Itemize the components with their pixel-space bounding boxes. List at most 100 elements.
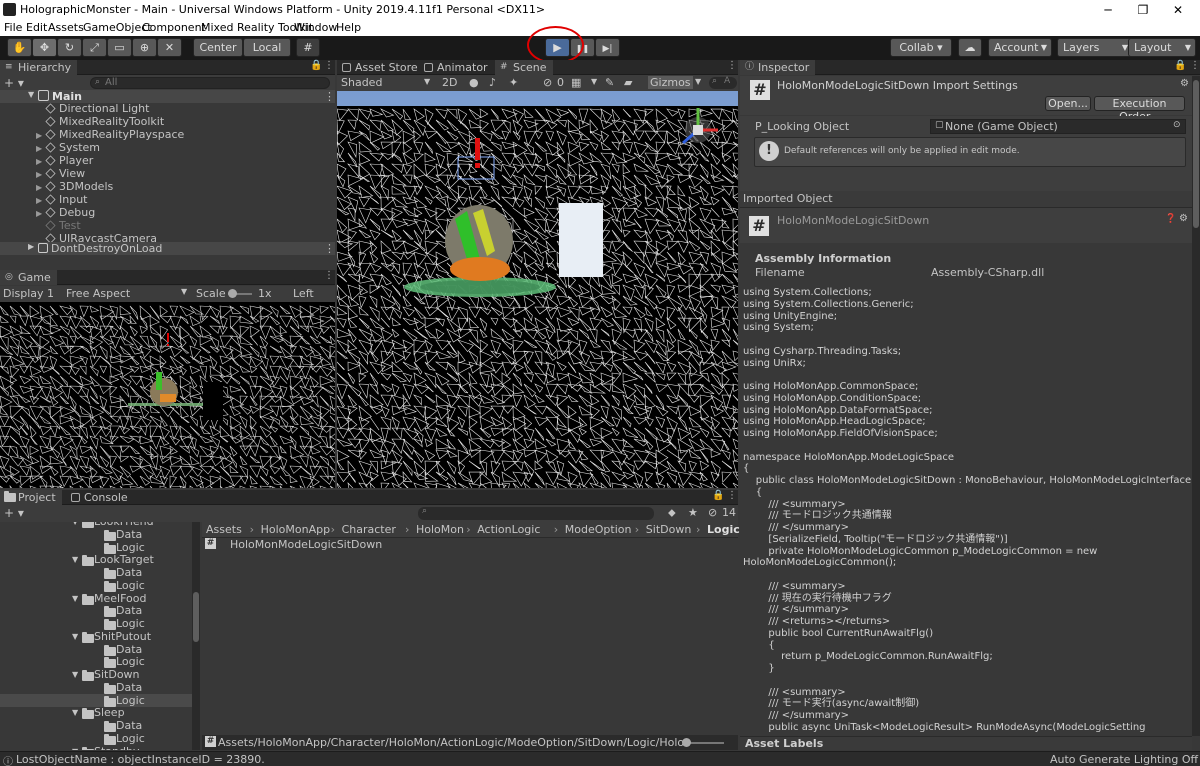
- icon-size-slider-thumb[interactable]: [682, 738, 691, 747]
- inspector-scrollbar-thumb[interactable]: [1193, 80, 1199, 228]
- hierarchy-item[interactable]: ▶ Debug: [36, 206, 95, 219]
- breadcrumb-item[interactable]: HoloMonApp: [261, 523, 330, 536]
- favorite-icon[interactable]: ★: [688, 506, 698, 519]
- folder-tree-item[interactable]: ▼ MeelFood: [0, 592, 192, 605]
- pivot-center-button[interactable]: Center: [193, 38, 243, 57]
- tab-scene[interactable]: # Scene: [495, 60, 553, 75]
- expand-arrow-icon[interactable]: ▼: [72, 630, 78, 643]
- hierarchy-item[interactable]: ▶ Input: [36, 193, 87, 206]
- lock-icon[interactable]: 🔒: [310, 60, 322, 71]
- tab-animator[interactable]: Animator: [419, 60, 494, 75]
- asset-labels-bar[interactable]: Asset Labels: [740, 736, 1192, 750]
- hierarchy-search-input[interactable]: ⌕ All: [90, 77, 330, 89]
- folder-tree-item[interactable]: ▼ Standby: [0, 745, 192, 751]
- tab-game[interactable]: ◎ Game: [0, 270, 57, 285]
- project-add-button[interactable]: + ▾: [4, 506, 24, 520]
- tab-asset-store[interactable]: Asset Store: [337, 60, 424, 75]
- gizmos-dropdown[interactable]: Gizmos: [648, 76, 693, 89]
- rect-tool-icon[interactable]: ▭: [107, 38, 132, 57]
- cloud-icon[interactable]: ☁: [958, 38, 982, 57]
- scene-row-dontdestroy[interactable]: ▶ DontDestroyOnLoad ⋮: [0, 242, 335, 255]
- folder-tree-item[interactable]: Logic: [0, 579, 192, 592]
- lock-icon[interactable]: 🔒: [1174, 60, 1186, 71]
- settings-gear-icon[interactable]: ⚙: [1179, 213, 1188, 224]
- menu-window[interactable]: Window: [294, 21, 337, 34]
- object-field[interactable]: ▢ None (Game Object) ⊙: [930, 119, 1186, 134]
- inspector-scrollbar[interactable]: [1192, 76, 1200, 736]
- camera-icon[interactable]: ▰: [624, 76, 632, 89]
- tab-menu-icon[interactable]: ⋮: [727, 60, 737, 71]
- folder-tree-item[interactable]: Data: [0, 681, 192, 694]
- tab-menu-icon[interactable]: ⋮: [324, 60, 334, 71]
- close-button[interactable]: ✕: [1155, 0, 1200, 20]
- folder-tree-item[interactable]: ▼ SitDown: [0, 668, 192, 681]
- expand-arrow-icon[interactable]: ▼: [72, 745, 78, 751]
- tree-scrollbar-thumb[interactable]: [193, 592, 199, 642]
- lock-icon[interactable]: 🔒: [712, 490, 724, 501]
- breadcrumb-item[interactable]: SitDown: [646, 523, 692, 536]
- collab-button[interactable]: Collab ▾: [890, 38, 952, 57]
- menu-assets[interactable]: Assets: [48, 21, 84, 34]
- tree-scrollbar[interactable]: [192, 522, 200, 750]
- expand-arrow-icon[interactable]: ▼: [72, 706, 78, 719]
- folder-tree-item[interactable]: Logic: [0, 693, 192, 707]
- breadcrumb-item[interactable]: ActionLogic: [477, 523, 540, 536]
- hand-tool-icon[interactable]: ✋: [7, 38, 32, 57]
- aspect-dropdown[interactable]: Free Aspect: [66, 287, 130, 300]
- layout-dropdown[interactable]: Layout ▼: [1128, 38, 1196, 57]
- hierarchy-item[interactable]: ▶ Player: [36, 154, 93, 167]
- filter-type-icon[interactable]: ⬥: [668, 506, 676, 520]
- scene-view[interactable]: [337, 91, 738, 488]
- breadcrumb-item[interactable]: HoloMon: [416, 523, 464, 536]
- open-button[interactable]: Open...: [1045, 96, 1091, 111]
- folder-tree-item[interactable]: Data: [0, 604, 192, 618]
- expand-arrow-icon[interactable]: ▼: [72, 592, 78, 605]
- breadcrumb-item[interactable]: Assets: [206, 523, 242, 536]
- folder-tree-item[interactable]: Data: [0, 719, 192, 732]
- breadcrumb-item[interactable]: ModeOption: [565, 523, 632, 536]
- hidden-packages-icon[interactable]: ⊘: [708, 506, 717, 519]
- folder-tree-item[interactable]: ▼ ShitPutout: [0, 630, 192, 643]
- hierarchy-item[interactable]: ▶ 3DModels: [36, 180, 113, 193]
- folder-tree-item[interactable]: Logic: [0, 617, 192, 630]
- hierarchy-item[interactable]: ▶ View: [36, 167, 85, 180]
- hierarchy-item-disabled[interactable]: Test: [36, 219, 81, 232]
- shading-dropdown[interactable]: Shaded: [341, 76, 382, 89]
- scene-search-input[interactable]: ⌕ A: [709, 76, 737, 89]
- move-tool-icon[interactable]: ✥: [32, 38, 57, 57]
- display-dropdown[interactable]: Display 1: [3, 287, 54, 300]
- pivot-local-button[interactable]: Local: [243, 38, 291, 57]
- breadcrumb-item[interactable]: Logic: [707, 523, 740, 536]
- file-row[interactable]: # HoloMonModeLogicSitDown: [202, 538, 738, 552]
- tab-menu-icon[interactable]: ⋮: [324, 270, 334, 281]
- scene-menu-icon[interactable]: ⋮: [324, 90, 335, 103]
- game-view[interactable]: [0, 302, 335, 488]
- scale-slider-thumb[interactable]: [228, 289, 237, 298]
- folder-tree-item[interactable]: Logic: [0, 655, 192, 669]
- hierarchy-item[interactable]: ▶ MixedRealityPlayspace: [36, 128, 184, 141]
- hierarchy-add-button[interactable]: + ▾: [4, 76, 24, 90]
- audio-icon[interactable]: ♪: [489, 76, 496, 89]
- tab-inspector[interactable]: ⓘ Inspector: [740, 60, 816, 75]
- grid-toggle-icon[interactable]: ▦: [571, 76, 581, 89]
- menu-edit[interactable]: Edit: [26, 21, 47, 34]
- project-search-input[interactable]: ⌕: [418, 506, 654, 520]
- account-dropdown[interactable]: Account ▼: [988, 38, 1052, 57]
- hierarchy-item[interactable]: MixedRealityToolkit: [36, 115, 164, 128]
- step-button[interactable]: ▶|: [595, 38, 620, 57]
- folder-tree-item[interactable]: Data: [0, 528, 192, 541]
- folder-tree-item[interactable]: Logic: [0, 541, 192, 554]
- scene-menu-icon[interactable]: ⋮: [324, 242, 335, 255]
- help-icon[interactable]: ❓: [1165, 214, 1176, 224]
- menu-help[interactable]: Help: [336, 21, 361, 34]
- object-picker-icon[interactable]: ⊙: [1173, 120, 1181, 130]
- custom-tool-icon[interactable]: ✕: [157, 38, 182, 57]
- hierarchy-item[interactable]: Directional Light: [36, 102, 149, 115]
- folder-tree-item[interactable]: ▼ Sleep: [0, 706, 192, 720]
- rotate-tool-icon[interactable]: ↻: [57, 38, 82, 57]
- folder-tree-item[interactable]: Logic: [0, 732, 192, 745]
- hierarchy-item[interactable]: ▶ System: [36, 141, 100, 154]
- scale-tool-icon[interactable]: ⤢: [82, 38, 107, 57]
- menu-file[interactable]: File: [4, 21, 22, 34]
- tab-hierarchy[interactable]: ≡ Hierarchy: [0, 60, 78, 75]
